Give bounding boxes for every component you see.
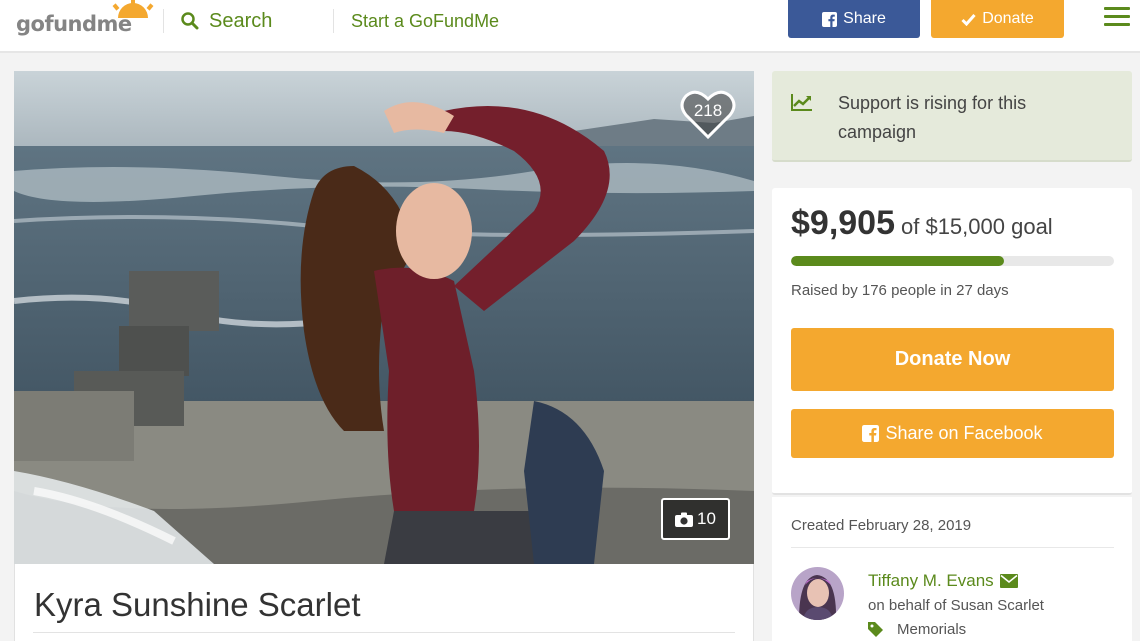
share-button[interactable]: Share bbox=[788, 0, 920, 38]
divider bbox=[33, 632, 735, 633]
photo-count: 10 bbox=[697, 509, 716, 528]
envelope-icon[interactable] bbox=[999, 574, 1018, 588]
top-nav-bar: gofundme Search Start a GoFundMe Share D… bbox=[0, 0, 1140, 53]
raised-amount: $9,905 bbox=[791, 204, 895, 242]
beneficiary-text: on behalf of Susan Scarlet bbox=[868, 597, 1044, 614]
divider bbox=[333, 9, 334, 33]
organizer-name: Tiffany M. Evans bbox=[868, 571, 994, 590]
campaign-title: Kyra Sunshine Scarlet bbox=[34, 586, 361, 623]
share-button-label: Share bbox=[843, 10, 886, 27]
share-on-facebook-label: Share on Facebook bbox=[885, 423, 1043, 443]
organizer-name-link[interactable]: Tiffany M. Evans bbox=[868, 571, 1018, 591]
logo-wordmark: gofundme bbox=[16, 12, 132, 36]
category-label: Memorials bbox=[897, 621, 967, 638]
organizer-card: Created February 28, 2019 Tiffany M. Eva… bbox=[772, 497, 1132, 641]
goal-text: of $15,000 goal bbox=[901, 214, 1053, 239]
category-link[interactable]: Memorials bbox=[868, 621, 966, 638]
goal-summary: $9,905 of $15,000 goal bbox=[791, 204, 1053, 243]
donate-button-label: Donate bbox=[982, 10, 1034, 27]
facebook-icon bbox=[862, 425, 880, 442]
trending-up-icon bbox=[791, 94, 812, 111]
start-gofundme-link[interactable]: Start a GoFundMe bbox=[351, 11, 499, 32]
organizer-avatar[interactable] bbox=[791, 567, 844, 620]
heart-badge[interactable]: 218 bbox=[680, 87, 736, 141]
share-on-facebook-button[interactable]: Share on Facebook bbox=[791, 409, 1114, 458]
search-link[interactable]: Search bbox=[181, 9, 272, 33]
campaign-photo[interactable]: 218 10 bbox=[14, 71, 754, 564]
donate-button[interactable]: Donate bbox=[931, 0, 1064, 38]
campaign-title-card: Kyra Sunshine Scarlet bbox=[14, 564, 754, 641]
camera-icon bbox=[675, 512, 694, 527]
avatar-image bbox=[791, 567, 844, 620]
progress-fill bbox=[791, 256, 1005, 266]
donate-now-button[interactable]: Donate Now bbox=[791, 328, 1114, 391]
heart-count: 218 bbox=[693, 101, 723, 120]
tag-icon bbox=[868, 622, 883, 637]
created-date: Created February 28, 2019 bbox=[791, 517, 972, 534]
divider bbox=[163, 9, 164, 33]
donation-goal-card: $9,905 of $15,000 goal Raised by 176 peo… bbox=[772, 188, 1132, 495]
rising-text: Support is rising for this campaign bbox=[838, 93, 1027, 142]
progress-bar bbox=[791, 256, 1114, 266]
photo-count-button[interactable]: 10 bbox=[661, 498, 730, 540]
raised-by-text: Raised by 176 people in 27 days bbox=[791, 282, 1009, 299]
rising-support-banner: Support is rising for this campaign bbox=[772, 71, 1132, 162]
search-label: Search bbox=[209, 9, 273, 32]
search-icon bbox=[181, 12, 199, 30]
hamburger-menu-icon[interactable] bbox=[1104, 7, 1130, 29]
facebook-icon bbox=[822, 11, 838, 27]
check-icon bbox=[961, 13, 976, 26]
divider bbox=[791, 547, 1114, 548]
gofundme-logo[interactable]: gofundme bbox=[16, 0, 154, 40]
campaign-image bbox=[14, 71, 754, 564]
